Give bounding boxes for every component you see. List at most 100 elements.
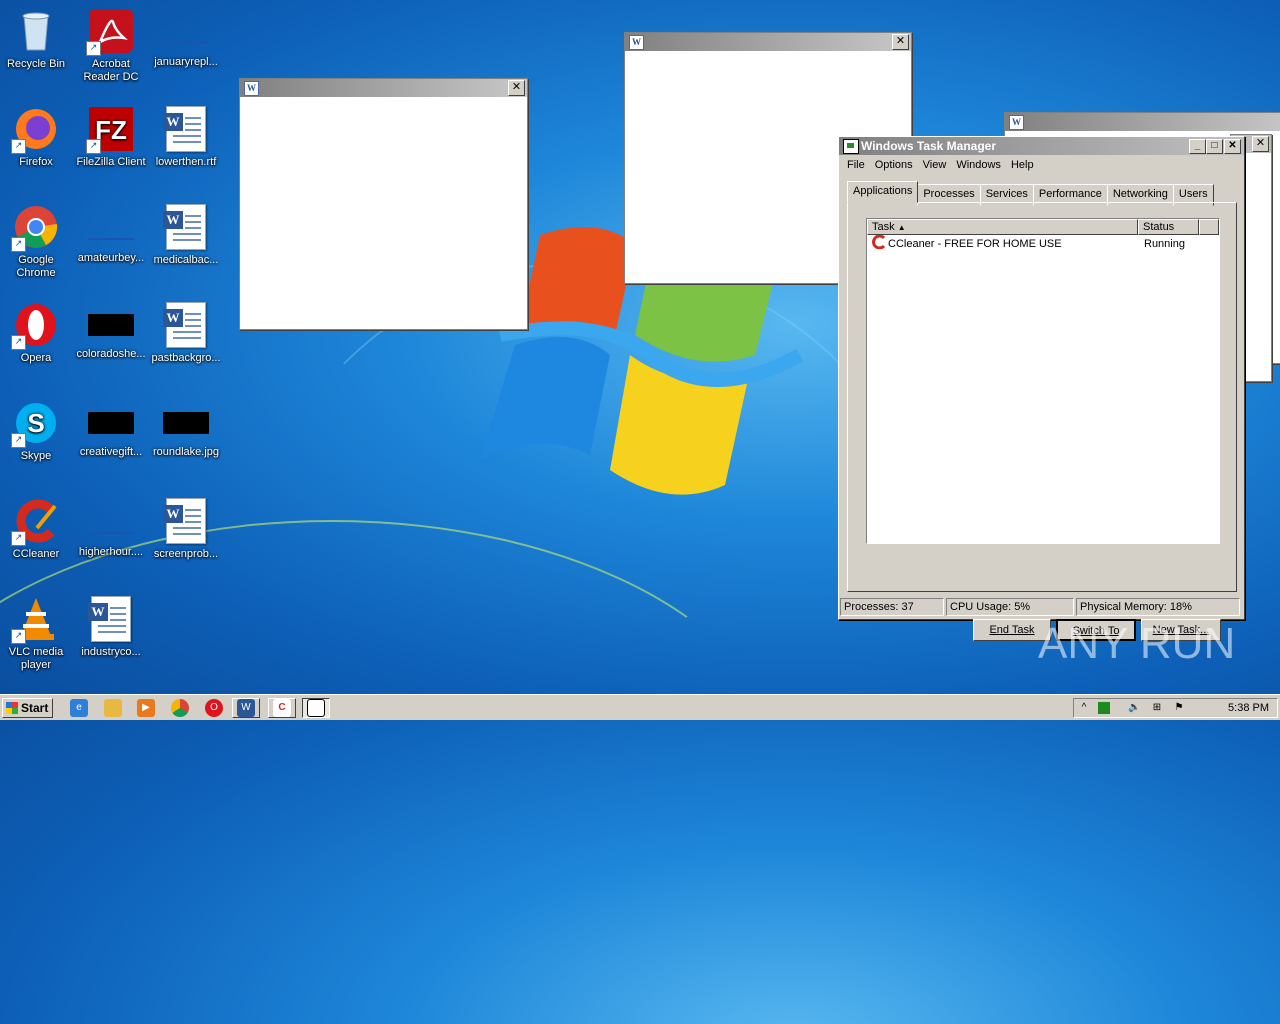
action-center-flag-icon[interactable]: ⚑ [1173, 702, 1185, 714]
desktop-icon-medicalbac[interactable]: W medicalbac... [148, 204, 224, 267]
opera-icon[interactable]: O [205, 699, 223, 717]
svg-text:ANY RUN: ANY RUN [1038, 619, 1235, 668]
sort-arrow-icon: ▲ [897, 223, 906, 232]
media-player-icon[interactable]: ▶ [137, 699, 155, 717]
column-status[interactable]: Status [1138, 219, 1199, 235]
taskbar: Start e ▶ O W C ^ 🔈 ⊞ ⚑ 5:38 PM [0, 694, 1280, 720]
desktop-icon-roundlake[interactable]: roundlake.jpg [148, 400, 224, 459]
menu-file[interactable]: File [842, 159, 870, 171]
menu-options[interactable]: Options [870, 159, 918, 171]
desktop-icon-lowerthen[interactable]: W lowerthen.rtf [148, 106, 224, 169]
desktop-icon-acrobat[interactable]: ↗ Acrobat Reader DC [73, 8, 149, 84]
blank-window-1[interactable]: W ✕ [239, 78, 528, 330]
anyrun-watermark: ANY RUN [1038, 619, 1235, 668]
windows-flag-icon [6, 702, 18, 714]
word-document-icon: W [88, 596, 131, 642]
start-button[interactable]: Start [2, 698, 53, 718]
task-manager-icon [843, 139, 859, 154]
close-button[interactable]: ✕ [1224, 139, 1241, 154]
desktop-icon-coloradoshe[interactable]: coloradoshe... [73, 302, 149, 361]
word-document-icon: W [163, 204, 206, 250]
word-document-icon: W [163, 498, 206, 544]
status-processes: Processes: 37 [840, 598, 944, 616]
network-icon[interactable]: ⊞ [1151, 702, 1163, 714]
desktop-icon-pastbackgro[interactable]: W pastbackgro... [148, 302, 224, 365]
vlc-icon: ↗ [11, 596, 59, 644]
tab-strip: Applications Processes Services Performa… [847, 181, 1214, 206]
close-button[interactable]: ✕ [1252, 136, 1269, 152]
window-title: Windows Task Manager [861, 139, 997, 153]
desktop-icon-creativegift[interactable]: creativegift... [73, 400, 149, 459]
applications-panel: Task ▲ Status CCleaner - FREE FOR HOME U… [847, 202, 1237, 641]
internet-explorer-icon[interactable]: e [70, 699, 88, 717]
task-list-header: Task ▲ Status [867, 219, 1219, 235]
chrome-icon[interactable] [171, 699, 189, 717]
word-document-icon: W [163, 302, 206, 348]
image-thumbnail-icon [88, 412, 134, 434]
clock[interactable]: 5:38 PM [1228, 702, 1269, 714]
desktop-icon-screenprob[interactable]: W screenprob... [148, 498, 224, 561]
file-thumbnail-icon [88, 216, 134, 240]
firefox-icon: ↗ [11, 106, 59, 154]
file-thumbnail-icon [163, 20, 209, 44]
opera-icon: ↗ [11, 302, 59, 350]
ccleaner-icon: C [273, 699, 291, 717]
window-title-bar[interactable]: W ✕ [240, 79, 527, 97]
minimize-button[interactable]: _ [1189, 139, 1206, 154]
ccleaner-icon: ↗ [11, 498, 59, 546]
word-icon: W [629, 35, 644, 50]
word-icon: W [1009, 115, 1024, 130]
menu-view[interactable]: View [918, 159, 952, 171]
desktop-icon-higherhour[interactable]: higherhour.... [73, 498, 149, 559]
table-row[interactable]: CCleaner - FREE FOR HOME USE Running [867, 234, 1219, 252]
acrobat-icon: ↗ [86, 8, 134, 56]
svg-text:S: S [27, 408, 44, 438]
menu-windows[interactable]: Windows [951, 159, 1006, 171]
task-list[interactable]: Task ▲ Status CCleaner - FREE FOR HOME U… [866, 218, 1220, 544]
column-task[interactable]: Task ▲ [867, 219, 1138, 235]
volume-icon[interactable]: 🔈 [1128, 702, 1140, 714]
recycle-bin-icon [13, 8, 59, 54]
word-icon: W [237, 699, 255, 717]
close-button[interactable]: ✕ [508, 80, 525, 96]
desktop-icon-vlc[interactable]: ↗ VLC media player [0, 596, 74, 672]
window-title-bar[interactable]: W ✕ [625, 33, 911, 51]
filezilla-icon: FZ ↗ [86, 106, 134, 154]
taskbar-task-manager-button[interactable] [302, 698, 330, 718]
show-hidden-icons-icon[interactable]: ^ [1078, 702, 1090, 714]
file-thumbnail-icon [88, 510, 134, 534]
word-icon: W [244, 81, 259, 96]
tab-applications[interactable]: Applications [847, 181, 919, 203]
column-spacer [1199, 219, 1219, 235]
ccleaner-icon [867, 234, 888, 252]
desktop-icon-opera[interactable]: ↗ Opera [0, 302, 74, 365]
menu-help[interactable]: Help [1006, 159, 1039, 171]
desktop-icon-filezilla[interactable]: FZ ↗ FileZilla Client [73, 106, 149, 169]
window-title-bar[interactable]: W [1005, 113, 1280, 131]
task-manager-icon [307, 699, 325, 717]
task-name: CCleaner - FREE FOR HOME USE [888, 237, 1062, 250]
desktop-icon-ccleaner[interactable]: ↗ CCleaner [0, 498, 74, 561]
task-status: Running [1144, 237, 1185, 250]
desktop-icon-skype[interactable]: S ↗ Skype [0, 400, 74, 463]
desktop-icon-recycle-bin[interactable]: Recycle Bin [0, 8, 74, 71]
word-document-icon: W [163, 106, 206, 152]
taskbar-word-button[interactable]: W [232, 698, 260, 718]
task-manager-title-bar[interactable]: Windows Task Manager _ □ ✕ [839, 137, 1244, 155]
image-thumbnail-icon [88, 314, 134, 336]
desktop-icon-amateurbey[interactable]: amateurbey... [73, 204, 149, 265]
desktop-icon-januaryrepl[interactable]: januaryrepl... [148, 8, 224, 69]
close-button[interactable]: ✕ [892, 34, 909, 50]
skype-icon: S ↗ [11, 400, 59, 448]
chrome-icon: ↗ [11, 204, 59, 252]
task-manager-window[interactable]: Windows Task Manager _ □ ✕ File Options … [838, 136, 1245, 641]
desktop-icon-industryco[interactable]: W industryco... [73, 596, 149, 659]
desktop-icon-google-chrome[interactable]: ↗ Google Chrome [0, 204, 74, 280]
image-thumbnail-icon [163, 412, 209, 434]
taskbar-ccleaner-button[interactable]: C [268, 698, 296, 718]
desktop-icon-firefox[interactable]: ↗ Firefox [0, 106, 74, 169]
explorer-folder-icon[interactable] [104, 699, 122, 717]
task-manager-tray-icon[interactable] [1098, 702, 1110, 714]
menu-bar: File Options View Windows Help [839, 155, 1244, 175]
maximize-button[interactable]: □ [1206, 139, 1223, 154]
